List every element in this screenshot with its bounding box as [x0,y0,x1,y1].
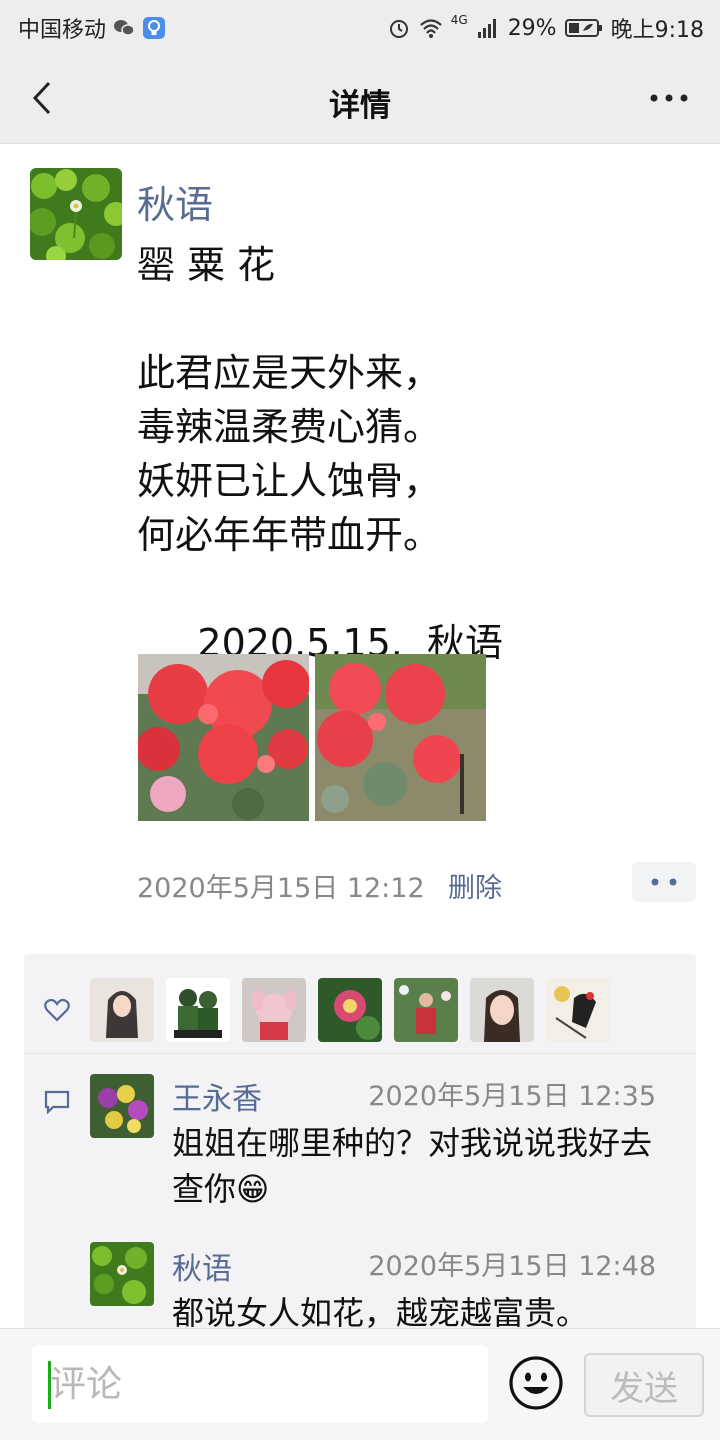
signal-icon [477,19,496,38]
wechat-icon [114,20,135,36]
like-avatar-2[interactable] [166,978,230,1042]
likes-row [24,954,696,1054]
post-photo-1[interactable] [138,654,309,821]
like-avatar-6[interactable] [470,978,534,1042]
comment-avatar-2[interactable] [90,1242,154,1306]
post-timestamp: 2020年5月15日 12:12 [137,873,425,904]
comment-avatar-1[interactable] [90,1074,154,1138]
dots-icon [651,878,677,886]
nav-bar: 详情 [0,52,720,144]
comment-time-2: 2020年5月15日 12:48 [368,1251,656,1282]
battery-percent: 29% [507,15,557,41]
post-actions-button[interactable] [632,862,696,902]
emoji-icon[interactable] [508,1355,564,1411]
wifi-icon [420,19,442,38]
like-avatar-1[interactable] [90,978,154,1042]
more-horizontal-icon [650,94,688,102]
clock: 晚上9:18 [610,18,704,43]
alarm-icon [389,20,408,38]
battery-icon [564,19,602,37]
send-button[interactable]: 发送 [584,1353,704,1417]
comment-input[interactable] [32,1345,488,1423]
text-caret [48,1361,51,1409]
like-avatar-3[interactable] [242,978,306,1042]
like-avatar-7[interactable] [546,978,610,1042]
status-bar: 中国移动 4G 29% 晚上9:18 [0,0,720,52]
interaction-panel: 王永香 2020年5月15日 12:35 姐姐在哪里种的？对我说说我好去查你😁 … [24,954,696,1334]
delete-link[interactable]: 删除 [448,866,502,905]
carrier-label: 中国移动 [18,18,107,43]
page-title: 详情 [329,88,391,124]
comment-input-bar: 发送 [0,1328,720,1440]
heart-icon [44,998,70,1022]
comment-icon [44,1090,70,1114]
comment-text-1[interactable]: 姐姐在哪里种的？对我说说我好去查你😁 [172,1120,672,1212]
like-avatar-5[interactable] [394,978,458,1042]
post-photo-2[interactable] [315,654,486,821]
comment-author-2[interactable]: 秋语 [172,1244,232,1288]
comment-time-1: 2020年5月15日 12:35 [368,1081,656,1112]
author-avatar[interactable] [30,168,122,260]
like-avatar-4[interactable] [318,978,382,1042]
network-type: 4G [450,13,468,27]
post-text: 罂 粟 花 此君应是天外来， 毒辣温柔费心猜。 妖妍已让人蚀骨， 何必年年带血开… [137,243,504,665]
author-name[interactable]: 秋语 [137,174,213,229]
comment-author-1[interactable]: 王永香 [172,1074,262,1118]
more-button[interactable] [644,78,694,118]
bulb-notification-icon [143,17,166,39]
